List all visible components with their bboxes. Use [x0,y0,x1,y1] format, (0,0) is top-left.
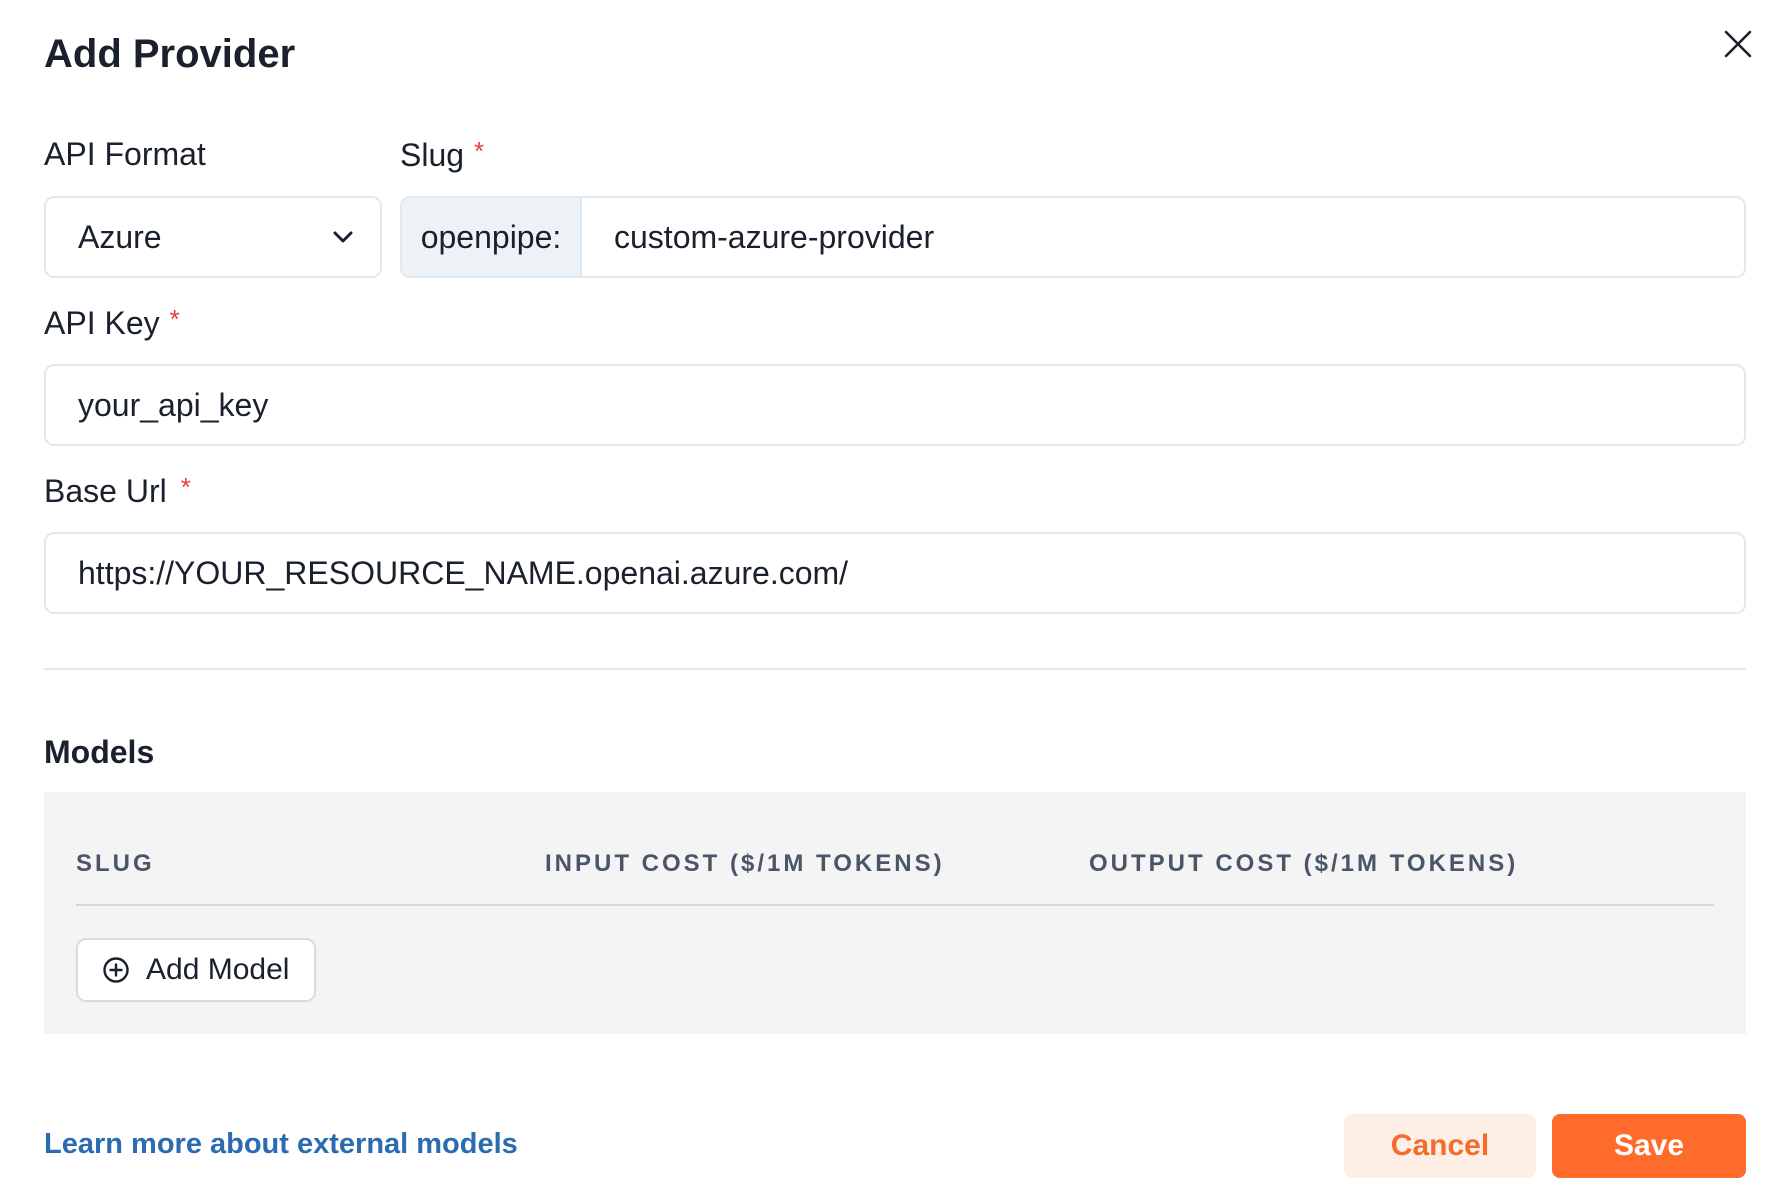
column-header-slug: SLUG [76,850,155,877]
models-table: SLUG INPUT COST ($/1M TOKENS) OUTPUT COS… [44,792,1746,1034]
api-format-value: Azure [78,218,162,255]
learn-more-link[interactable]: Learn more about external models [44,1128,518,1161]
api-key-label-text: API Key [44,305,160,341]
base-url-required-mark: * [180,472,191,502]
slug-label-text: Slug [400,137,465,173]
dialog-title: Add Provider [44,32,296,76]
close-icon [1724,30,1752,58]
column-header-output-cost: OUTPUT COST ($/1M TOKENS) [1089,850,1519,877]
base-url-label-text: Base Url [44,473,167,509]
close-button[interactable] [1714,20,1762,68]
api-key-label: API Key * [44,304,180,342]
models-heading: Models [44,734,155,770]
add-model-button[interactable]: Add Model [76,938,316,1002]
add-provider-dialog: Add Provider API Format Azure Slug * open… [0,0,1784,1202]
slug-input[interactable]: custom-azure-provider [582,198,1744,276]
cancel-button[interactable]: Cancel [1344,1114,1536,1178]
base-url-input[interactable]: https://YOUR_RESOURCE_NAME.openai.azure.… [44,532,1746,614]
plus-circle-icon [103,957,129,983]
api-format-label: API Format [44,136,206,173]
api-format-select[interactable]: Azure [44,196,382,278]
base-url-label: Base Url * [44,472,191,510]
slug-prefix-addon: openpipe: [402,198,582,276]
table-header-divider [76,904,1714,906]
section-divider [44,668,1746,670]
api-key-required-mark: * [169,304,180,334]
api-key-input[interactable]: your_api_key [44,364,1746,446]
chevron-down-icon [333,231,353,243]
slug-input-group: openpipe: custom-azure-provider [400,196,1746,278]
slug-required-mark: * [474,136,485,166]
slug-label: Slug * [400,136,484,174]
add-model-label: Add Model [146,953,290,986]
api-format-label-text: API Format [44,136,206,172]
column-header-input-cost: INPUT COST ($/1M TOKENS) [545,850,945,877]
save-button[interactable]: Save [1552,1114,1746,1178]
